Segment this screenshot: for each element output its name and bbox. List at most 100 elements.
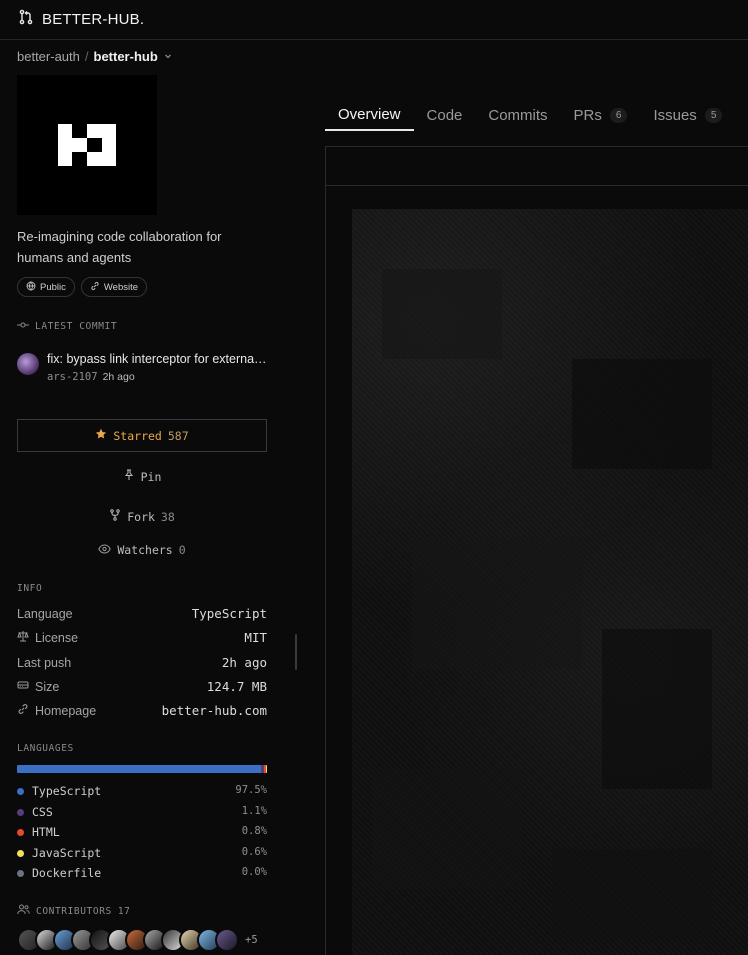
repo-tabs: Overview Code Commits PRs 6 Issues 5 [325,100,735,132]
watchers-button[interactable]: Watchers 0 [17,543,267,557]
homepage-link[interactable]: better-hub.com [162,703,267,718]
language-name: TypeScript [32,784,102,798]
fork-icon [109,509,121,524]
tab-label: Commits [488,107,548,124]
language-dot [17,828,24,836]
link-icon [90,281,100,294]
contributors-count: 17 [117,905,131,917]
language-dot [17,808,24,816]
info-key: License [35,630,79,645]
latest-commit[interactable]: fix: bypass link interceptor for externa… [17,352,269,383]
brand-name: BETTER-HUB. [42,11,145,28]
star-label: Starred [113,428,162,443]
breadcrumb: better-auth / better-hub [17,49,173,64]
tab-badge: 6 [609,108,628,123]
language-percent: 0.8% [241,825,267,837]
info-value: TypeScript [191,606,267,621]
breadcrumb-owner[interactable]: better-auth [17,49,80,64]
users-icon [17,904,30,918]
info-row-homepage: Homepage better-hub.com [17,703,267,718]
language-dot [17,849,24,857]
info-key: Homepage [35,703,97,718]
fork-label: Fork [127,509,155,524]
pin-icon [123,469,135,484]
language-percent: 0.0% [241,866,267,878]
info-value: MIT [244,630,267,645]
info-heading: INFO [17,583,43,594]
contributors-list: +5 [17,928,258,952]
breadcrumb-repo[interactable]: better-hub [94,49,158,64]
link-icon [17,703,29,718]
better-hub-logo-icon [58,124,116,166]
overview-panel [325,146,748,955]
star-button[interactable]: Starred 587 [17,419,267,452]
repo-logo [17,75,157,215]
language-percent: 97.5% [235,784,267,796]
language-name: CSS [32,805,53,819]
sidebar-scrollbar[interactable] [295,634,297,670]
pin-label: Pin [140,469,162,484]
noise-texture [372,269,712,939]
language-dot [17,869,24,877]
drive-icon [17,679,29,694]
star-icon [95,428,107,443]
info-key: Language [17,606,73,621]
info-value: 2h ago [221,655,267,670]
contributors-heading: CONTRIBUTORS 17 [17,904,130,918]
language-name: HTML [32,825,60,839]
language-row: CSS 1.1% [17,805,267,819]
public-chip-label: Public [40,281,66,293]
info-row-size: Size 124.7 MB [17,679,267,694]
eye-icon [98,543,112,557]
tab-code[interactable]: Code [414,100,476,131]
contributors-label: CONTRIBUTORS [36,905,112,917]
repo-cover-image [352,209,748,955]
info-row-last-push: Last push 2h ago [17,655,267,670]
latest-commit-label: LATEST COMMIT [35,321,118,332]
tab-overview[interactable]: Overview [325,100,414,131]
tab-label: Code [426,107,463,124]
tab-prs[interactable]: PRs 6 [561,100,641,131]
pin-button[interactable]: Pin [17,469,267,484]
brand-link[interactable]: BETTER-HUB. [18,9,144,30]
language-percent: 0.6% [241,846,267,858]
globe-icon [26,281,36,294]
language-row: Dockerfile 0.0% [17,866,267,880]
commit-time: 2h ago [102,371,135,383]
info-key: Last push [17,655,72,670]
language-bar-segment [17,765,261,773]
commit-author[interactable]: ars-2107 [47,371,98,383]
languages-heading: LANGUAGES [17,743,74,754]
fork-button[interactable]: Fork 38 [17,509,267,524]
info-value: 124.7 MB [206,679,267,694]
commit-icon [17,321,29,332]
commit-message[interactable]: fix: bypass link interceptor for externa… [47,352,269,366]
latest-commit-heading: LATEST COMMIT [17,321,117,332]
language-name: JavaScript [32,846,102,860]
language-percent: 1.1% [241,805,267,817]
info-row-license: License MIT [17,630,267,645]
chevron-down-icon[interactable] [163,49,173,64]
avatar[interactable] [215,928,239,952]
language-name: Dockerfile [32,866,102,880]
language-bar [17,765,267,773]
public-chip: Public [17,277,75,297]
tab-label: PRs [573,107,602,124]
git-pull-icon [18,9,34,30]
language-row: TypeScript 97.5% [17,784,267,798]
top-bar: BETTER-HUB. [0,0,748,40]
star-count: 587 [167,428,189,443]
language-row: JavaScript 0.6% [17,846,267,860]
tab-issues[interactable]: Issues 5 [640,100,735,131]
fork-count: 38 [160,509,175,524]
tab-badge: 5 [704,108,723,123]
language-row: HTML 0.8% [17,825,267,839]
tab-label: Issues [653,107,697,124]
scale-icon [17,630,29,645]
avatar [17,353,39,375]
repo-chips: Public Website [17,277,148,297]
website-chip[interactable]: Website [80,277,148,297]
tab-label: Overview [338,106,401,123]
tab-commits[interactable]: Commits [475,100,560,131]
more-contributors[interactable]: +5 [245,934,258,946]
